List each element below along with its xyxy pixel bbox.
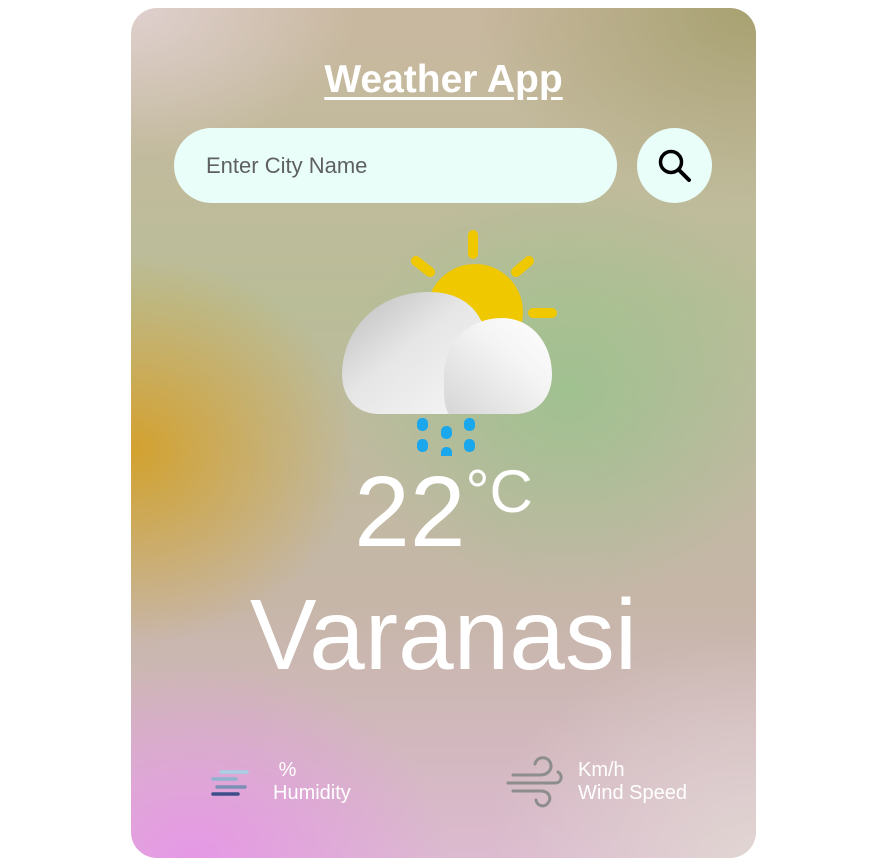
humidity-section: % Humidity <box>209 753 409 813</box>
wind-value-line: Km/h <box>578 759 687 782</box>
temperature-value: 22 <box>354 456 466 568</box>
app-title: Weather App <box>324 58 563 101</box>
search-icon <box>658 149 691 182</box>
wind-label: Wind Speed <box>578 782 687 804</box>
wind-section: Km/h Wind Speed <box>505 753 725 813</box>
search-button[interactable] <box>637 128 712 203</box>
humidity-icon <box>211 770 249 796</box>
wind-icon <box>506 756 563 808</box>
weather-card: Weather App Enter City Name 22°C Varanas… <box>131 8 756 858</box>
humidity-unit: % <box>278 759 297 781</box>
city-search-input[interactable] <box>174 128 617 203</box>
wind-unit: Km/h <box>578 759 625 781</box>
humidity-label: Humidity <box>273 782 351 804</box>
city-name: Varanasi <box>249 579 638 691</box>
temperature-unit: °C <box>465 458 533 525</box>
rain-drops <box>417 418 475 456</box>
sun-cloud-rain-icon <box>342 230 557 456</box>
temperature-display: 22°C <box>131 462 756 563</box>
humidity-value-line: % <box>273 759 351 782</box>
